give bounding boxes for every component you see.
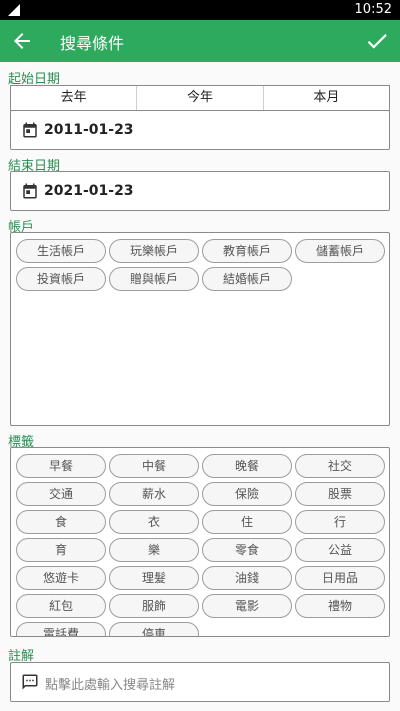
tag-chip[interactable]: 油錢	[202, 566, 292, 590]
tag-chip[interactable]: 禮物	[295, 594, 385, 618]
accounts-chip-grid: 生活帳戶 玩樂帳戶 教育帳戶 儲蓄帳戶 投資帳戶 贈與帳戶 結婚帳戶	[16, 239, 385, 291]
tag-chip[interactable]: 理髮	[109, 566, 199, 590]
start-date-value: 2011-01-23	[44, 122, 134, 138]
note-input[interactable]: 點擊此處輸入搜尋註解	[10, 662, 390, 702]
tag-chip[interactable]: 日用品	[295, 566, 385, 590]
tag-chip[interactable]: 悠遊卡	[16, 566, 106, 590]
tag-chip[interactable]: 交通	[16, 482, 106, 506]
quick-range-row: 去年 今年 本月	[10, 85, 390, 111]
note-placeholder: 點擊此處輸入搜尋註解	[45, 678, 176, 693]
tag-chip[interactable]: 服飾	[109, 594, 199, 618]
tag-chip[interactable]: 停車	[109, 622, 199, 636]
start-date-field[interactable]: 2011-01-23	[10, 110, 390, 150]
tag-chip[interactable]: 早餐	[16, 454, 106, 478]
account-chip[interactable]: 投資帳戶	[16, 267, 106, 291]
tag-chip[interactable]: 股票	[295, 482, 385, 506]
calendar-icon	[23, 122, 37, 138]
account-chip[interactable]: 生活帳戶	[16, 239, 106, 263]
tag-chip[interactable]: 社交	[295, 454, 385, 478]
tag-chip[interactable]: 樂	[109, 538, 199, 562]
check-icon[interactable]	[364, 28, 390, 54]
quick-this-year-button[interactable]: 今年	[137, 86, 264, 111]
quick-last-year-button[interactable]: 去年	[11, 86, 138, 111]
tag-chip[interactable]: 中餐	[109, 454, 199, 478]
account-chip[interactable]: 玩樂帳戶	[109, 239, 199, 263]
sim-signal-icon	[8, 4, 20, 16]
chat-icon	[22, 674, 38, 690]
tag-chip[interactable]: 食	[16, 510, 106, 534]
arrow-left-icon[interactable]	[10, 29, 34, 53]
tag-chip[interactable]: 公益	[295, 538, 385, 562]
end-date-value: 2021-01-23	[44, 183, 134, 199]
page-title: 搜尋條件	[60, 34, 125, 53]
account-chip[interactable]: 贈與帳戶	[109, 267, 199, 291]
tag-chip[interactable]: 晚餐	[202, 454, 292, 478]
status-bar: 10:52	[0, 0, 400, 20]
tag-chip[interactable]: 住	[202, 510, 292, 534]
calendar-icon	[23, 183, 37, 199]
tag-chip[interactable]: 零食	[202, 538, 292, 562]
tag-chip[interactable]: 衣	[109, 510, 199, 534]
status-time: 10:52	[354, 2, 392, 17]
tag-chip[interactable]: 薪水	[109, 482, 199, 506]
app-bar: 搜尋條件	[0, 20, 400, 62]
tag-chip[interactable]: 保險	[202, 482, 292, 506]
tag-chip[interactable]: 電影	[202, 594, 292, 618]
account-chip[interactable]: 儲蓄帳戶	[295, 239, 385, 263]
tags-box: 早餐 中餐 晚餐 社交 交通 薪水 保險 股票 食 衣 住 行 育 樂 零食 公…	[10, 447, 390, 637]
quick-this-month-button[interactable]: 本月	[264, 86, 389, 111]
tag-chip[interactable]: 行	[295, 510, 385, 534]
account-chip[interactable]: 教育帳戶	[202, 239, 292, 263]
account-chip[interactable]: 結婚帳戶	[202, 267, 292, 291]
tag-chip[interactable]: 紅包	[16, 594, 106, 618]
tag-chip[interactable]: 電話費	[16, 622, 106, 636]
tags-chip-grid: 早餐 中餐 晚餐 社交 交通 薪水 保險 股票 食 衣 住 行 育 樂 零食 公…	[16, 454, 385, 636]
tag-chip[interactable]: 育	[16, 538, 106, 562]
end-date-field[interactable]: 2021-01-23	[10, 171, 390, 211]
